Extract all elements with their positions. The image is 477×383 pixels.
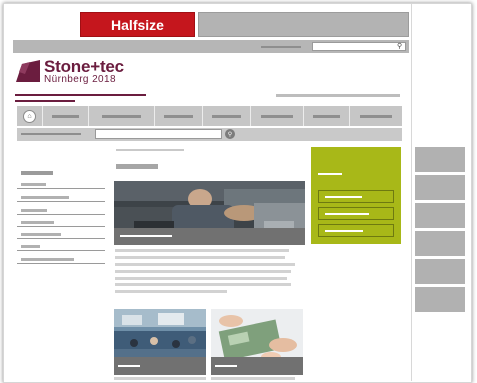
sidebar-heading: [21, 171, 53, 175]
right-column-box[interactable]: [415, 231, 465, 256]
right-column-box[interactable]: [415, 259, 465, 284]
green-box-button-3[interactable]: [318, 224, 394, 237]
right-column-box[interactable]: [415, 287, 465, 312]
nav-item-7[interactable]: [350, 106, 402, 126]
halfsize-label: Halfsize: [111, 16, 164, 33]
teaser-text-line: [115, 290, 227, 293]
nav-item-6[interactable]: [304, 106, 350, 126]
teaser-text-line: [115, 283, 291, 286]
nav-item-1[interactable]: [43, 106, 89, 126]
teaser-text-line: [115, 270, 291, 273]
teaser-text-line: [115, 256, 285, 259]
sidebar-item[interactable]: [17, 230, 105, 239]
green-box-button-1[interactable]: [318, 190, 394, 203]
top-search-input[interactable]: [312, 42, 406, 51]
teaser-text-line: [115, 249, 289, 252]
sidebar-item[interactable]: [17, 242, 105, 251]
halfsize-button[interactable]: Halfsize: [80, 12, 195, 37]
right-column-box[interactable]: [415, 203, 465, 228]
sidebar-item[interactable]: [17, 206, 105, 215]
top-placeholder-bar: [198, 12, 409, 37]
utility-link[interactable]: [261, 46, 301, 48]
nav-item-4[interactable]: [203, 106, 251, 126]
sidebar-item[interactable]: [17, 255, 105, 264]
teaser-text-line: [115, 277, 287, 280]
nav-home[interactable]: ⌂: [17, 106, 43, 126]
magnifier-icon[interactable]: ⚲: [397, 43, 402, 50]
content-kicker: [116, 149, 184, 151]
breadcrumb[interactable]: [21, 133, 81, 135]
photo-hands-caption: [211, 357, 303, 375]
right-column-box[interactable]: [415, 175, 465, 200]
right-column-divider: [411, 4, 412, 381]
logo-subtitle: Nürnberg 2018: [44, 74, 116, 85]
green-box-title: [318, 173, 342, 175]
photo-text-line: [114, 377, 206, 380]
photo-fair-hall-caption: [114, 357, 206, 375]
nav-item-5[interactable]: [251, 106, 304, 126]
hero-caption: [114, 228, 305, 245]
logo-underline-short: [15, 100, 75, 102]
home-icon: ⌂: [23, 109, 36, 123]
logo-mark: [16, 60, 40, 82]
sidebar-item[interactable]: [17, 193, 105, 202]
logo-underline: [15, 94, 146, 96]
green-box-button-2[interactable]: [318, 207, 394, 220]
main-search-input[interactable]: [95, 129, 222, 139]
sidebar-item[interactable]: [17, 218, 105, 227]
photo-text-line: [211, 377, 295, 380]
search-submit-button[interactable]: ⚲: [225, 129, 235, 139]
right-column-box[interactable]: [415, 147, 465, 172]
nav-item-3[interactable]: [155, 106, 203, 126]
header-tagline: [276, 94, 400, 97]
sidebar-item[interactable]: [17, 180, 105, 189]
nav-item-2[interactable]: [89, 106, 155, 126]
content-heading: [116, 164, 158, 169]
teaser-text-line: [115, 263, 295, 266]
